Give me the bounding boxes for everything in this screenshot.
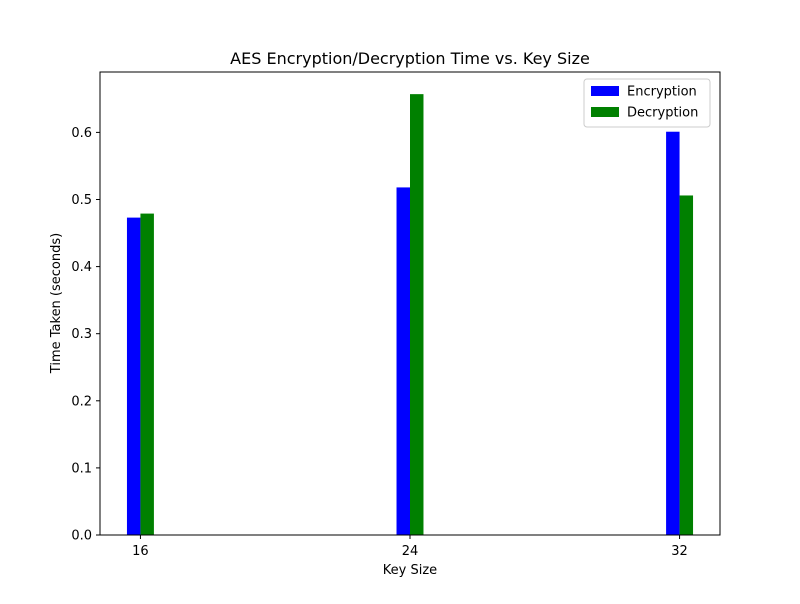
y-axis-label: Time Taken (seconds) [49,233,64,374]
chart-title: AES Encryption/Decryption Time vs. Key S… [230,49,590,68]
legend-label-decryption: Decryption [627,106,698,121]
y-tick-label: 0.1 [71,461,92,476]
y-tick-label: 0.6 [71,126,92,141]
x-tick-label: 32 [671,544,688,559]
x-axis-label: Key Size [383,563,437,578]
legend-label-encryption: Encryption [627,85,697,100]
bar-encryption-24 [396,187,410,535]
bar-decryption-16 [140,213,154,536]
bar-encryption-32 [666,131,680,536]
y-tick-label: 0.3 [71,327,92,342]
y-tick-label: 0.0 [71,529,92,544]
legend-swatch-decryption [591,107,619,117]
bar-decryption-32 [679,195,694,535]
y-tick-label: 0.4 [71,260,92,275]
x-tick-label: 16 [132,544,149,559]
chart-container: AES Encryption/Decryption Time vs. Key S… [0,0,800,600]
bar-decryption-24 [410,94,424,535]
y-tick-label: 0.2 [71,394,92,409]
bar-chart: AES Encryption/Decryption Time vs. Key S… [0,0,800,600]
legend: Encryption Decryption [583,78,711,128]
bar-encryption-16 [126,217,141,535]
y-tick-label: 0.5 [71,193,92,208]
x-tick-label: 24 [402,544,419,559]
legend-swatch-encryption [591,86,619,96]
